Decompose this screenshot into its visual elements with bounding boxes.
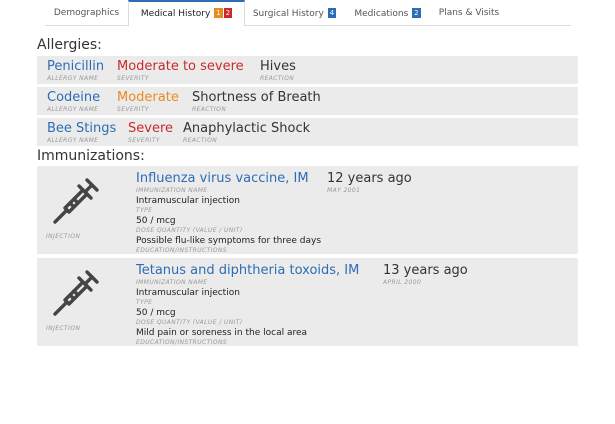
reaction-caption: REACTION <box>183 137 218 144</box>
alert-count-badge: 2 <box>223 8 233 18</box>
allergy-name-caption: ALLERGY NAME <box>47 106 99 113</box>
immunization-card: INJECTION Influenza virus vaccine, IM IM… <box>37 166 578 254</box>
reaction-value: Shortness of Breath <box>192 90 321 105</box>
icon-caption: INJECTION <box>46 233 81 240</box>
allergy-name-cell: Penicillin ALLERGY NAME <box>47 59 104 82</box>
time-ago: 13 years ago <box>383 263 468 278</box>
warning-count-badge: 1 <box>214 8 223 18</box>
immunization-card: INJECTION Tetanus and diphtheria toxoids… <box>37 258 578 346</box>
tab-label: Medical History <box>140 9 211 19</box>
allergy-row: Bee Stings ALLERGY NAME Severe SEVERITY … <box>37 118 578 146</box>
education-value: Mild pain or soreness in the local area <box>136 328 308 338</box>
time-ago: 12 years ago <box>327 171 412 186</box>
severity-caption: SEVERITY <box>117 106 149 113</box>
severity-value: Moderate <box>117 90 179 105</box>
reaction-cell: Anaphylactic Shock REACTION <box>183 121 310 144</box>
dose-value: 50 / mcg <box>136 216 176 226</box>
allergy-name-cell: Bee Stings ALLERGY NAME <box>47 121 116 144</box>
allergy-name-caption: ALLERGY NAME <box>47 137 99 144</box>
allergy-name-caption: ALLERGY NAME <box>47 75 99 82</box>
tab-plans-visits[interactable]: Plans & Visits <box>431 0 507 25</box>
syringe-icon <box>53 270 99 316</box>
date-caption: APRIL 2000 <box>383 279 422 286</box>
severity-cell: Severe SEVERITY <box>128 121 173 144</box>
allergy-name-cell: Codeine ALLERGY NAME <box>47 90 100 113</box>
type-caption: TYPE <box>136 207 153 214</box>
tab-demographics[interactable]: Demographics <box>45 0 128 25</box>
icon-caption: INJECTION <box>46 325 81 332</box>
allergy-name: Bee Stings <box>47 121 117 136</box>
education-value: Possible flu-like symptoms for three day… <box>136 236 322 246</box>
immunization-name-cell: Influenza virus vaccine, IM IMMUNIZATION… <box>136 171 309 194</box>
tab-label: Demographics <box>53 8 120 18</box>
reaction-cell: Shortness of Breath REACTION <box>192 90 321 113</box>
allergy-name: Codeine <box>47 90 101 105</box>
allergy-name: Penicillin <box>47 59 105 74</box>
type-field: Intramuscular injection TYPE <box>136 196 240 214</box>
reaction-value: Hives <box>260 59 296 74</box>
education-caption: EDUCATION/INSTRUCTIONS <box>136 247 228 254</box>
allergy-row: Penicillin ALLERGY NAME Moderate to seve… <box>37 56 578 84</box>
severity-caption: SEVERITY <box>117 75 149 82</box>
tab-medical-history[interactable]: Medical History 12 <box>128 0 245 26</box>
tab-bar: Demographics Medical History 12 Surgical… <box>45 0 571 26</box>
education-field: Mild pain or soreness in the local area … <box>136 328 307 346</box>
dose-caption: DOSE QUANTITY (VALUE / UNIT) <box>136 319 243 326</box>
tab-surgical-history[interactable]: Surgical History 4 <box>245 0 344 25</box>
type-field: Intramuscular injection TYPE <box>136 288 240 306</box>
immunizations-heading: Immunizations: <box>37 148 145 164</box>
dose-field: 50 / mcg DOSE QUANTITY (VALUE / UNIT) <box>136 216 243 234</box>
reaction-caption: REACTION <box>260 75 295 82</box>
dose-caption: DOSE QUANTITY (VALUE / UNIT) <box>136 227 243 234</box>
education-caption: EDUCATION/INSTRUCTIONS <box>136 339 228 346</box>
reaction-value: Anaphylactic Shock <box>183 121 311 136</box>
severity-cell: Moderate to severe SEVERITY <box>117 59 244 82</box>
dose-field: 50 / mcg DOSE QUANTITY (VALUE / UNIT) <box>136 308 243 326</box>
severity-value: Severe <box>128 121 173 136</box>
allergy-row: Codeine ALLERGY NAME Moderate SEVERITY S… <box>37 87 578 115</box>
severity-caption: SEVERITY <box>128 137 160 144</box>
immunization-name-caption: IMMUNIZATION NAME <box>136 279 208 286</box>
type-value: Intramuscular injection <box>136 196 240 206</box>
severity-cell: Moderate SEVERITY <box>117 90 179 113</box>
tab-label: Surgical History <box>252 9 324 19</box>
tab-label: Plans & Visits <box>438 8 500 18</box>
count-badge: 2 <box>412 8 421 18</box>
type-value: Intramuscular injection <box>136 288 240 298</box>
tab-label: Medications <box>354 9 409 19</box>
date-caption: MAY 2001 <box>327 187 361 194</box>
allergies-heading: Allergies: <box>37 37 102 53</box>
immunization-name-cell: Tetanus and diphtheria toxoids, IM IMMUN… <box>136 263 359 286</box>
immunization-date-cell: 13 years ago APRIL 2000 <box>383 263 468 286</box>
tab-medications[interactable]: Medications 2 <box>344 0 431 25</box>
immunization-date-cell: 12 years ago MAY 2001 <box>327 171 412 194</box>
syringe-icon <box>53 178 99 224</box>
count-badge: 4 <box>327 8 337 18</box>
reaction-caption: REACTION <box>192 106 227 113</box>
dose-value: 50 / mcg <box>136 308 176 318</box>
type-caption: TYPE <box>136 299 153 306</box>
reaction-cell: Hives REACTION <box>260 59 296 82</box>
education-field: Possible flu-like symptoms for three day… <box>136 236 321 254</box>
immunization-name: Influenza virus vaccine, IM <box>136 171 309 186</box>
immunization-name: Tetanus and diphtheria toxoids, IM <box>136 263 360 278</box>
severity-value: Moderate to severe <box>117 59 244 74</box>
immunization-name-caption: IMMUNIZATION NAME <box>136 187 208 194</box>
